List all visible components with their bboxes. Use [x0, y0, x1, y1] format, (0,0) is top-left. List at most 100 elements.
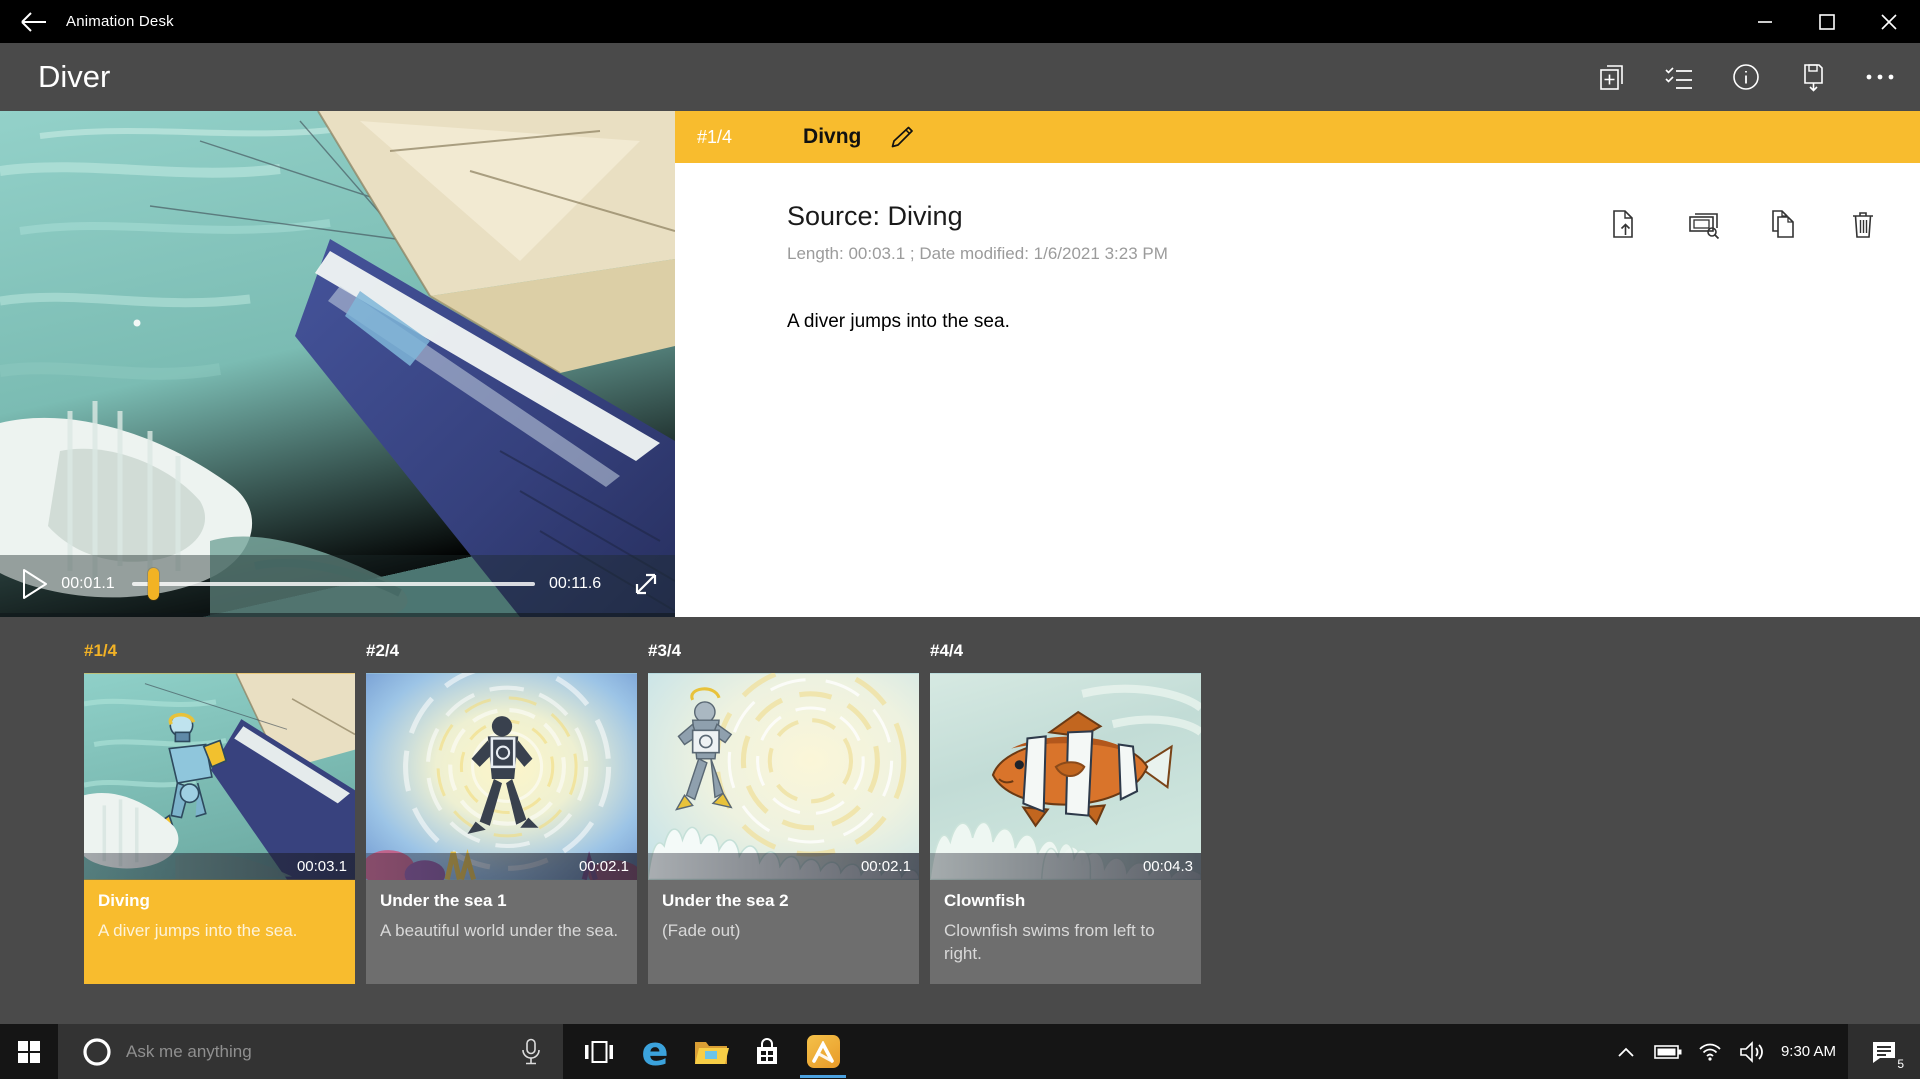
card-thumbnail: 00:02.1 [648, 673, 919, 880]
animation-desk-window: Animation Desk Diver [0, 0, 1920, 1079]
store-button[interactable] [739, 1024, 795, 1079]
card-duration: 00:02.1 [648, 853, 919, 880]
play-icon [22, 568, 48, 600]
scene-card-under-the-sea-2[interactable]: #3/4 [648, 641, 919, 1024]
scene-index-label: #1/4 [697, 127, 732, 148]
close-button[interactable] [1858, 0, 1920, 43]
more-icon [1864, 72, 1896, 82]
under-the-sea-2-thumbnail-art [648, 673, 919, 880]
maximize-icon [1818, 13, 1836, 31]
animation-desk-icon [807, 1035, 840, 1068]
edge-button[interactable]: e [627, 1024, 683, 1079]
cortana-search-box[interactable]: Ask me anything [58, 1024, 563, 1079]
card-thumbnail: 00:04.3 [930, 673, 1201, 880]
taskbar-clock[interactable]: 9:30 AM [1773, 1024, 1848, 1079]
scene-actions [1606, 207, 1880, 241]
card-title: Under the sea 1 [380, 891, 623, 911]
battery-button[interactable] [1647, 1024, 1689, 1079]
card-title: Diving [98, 891, 341, 911]
card-index-label: #3/4 [648, 641, 919, 665]
clownfish-thumbnail-art [930, 673, 1201, 880]
card-footer: Under the sea 2 (Fade out) [648, 880, 919, 984]
scene-preview[interactable]: 00:01.1 00:11.6 [0, 111, 675, 617]
scene-name: Divng [803, 125, 861, 149]
microphone-button[interactable] [511, 1032, 551, 1072]
animation-desk-taskbar-button[interactable] [795, 1024, 851, 1079]
more-button[interactable] [1858, 51, 1902, 103]
duplicate-icon [1767, 208, 1799, 240]
card-index-label: #1/4 [84, 641, 355, 665]
card-duration: 00:03.1 [84, 853, 355, 880]
action-center-button[interactable]: 5 [1848, 1024, 1920, 1079]
store-icon [752, 1037, 782, 1067]
add-scene-icon [1597, 62, 1627, 92]
scene-card-diving[interactable]: #1/4 [84, 641, 355, 1024]
card-title: Under the sea 2 [662, 891, 905, 911]
card-duration: 00:04.3 [930, 853, 1201, 880]
card-index-label: #2/4 [366, 641, 637, 665]
delete-scene-button[interactable] [1846, 207, 1880, 241]
start-icon [17, 1040, 41, 1064]
export-frames-button[interactable] [1606, 207, 1640, 241]
export-frames-icon [1608, 208, 1638, 240]
slider-track [132, 582, 535, 586]
add-scene-button[interactable] [1590, 51, 1634, 103]
edge-icon: e [641, 1032, 668, 1072]
scene-detail-panel: #1/4 Divng Source: Diving Length: 00:03.… [675, 111, 1920, 617]
minimize-button[interactable] [1734, 0, 1796, 43]
diving-thumbnail-art [84, 673, 355, 880]
chevron-up-icon [1617, 1046, 1635, 1058]
slider-thumb[interactable] [148, 568, 159, 600]
command-bar: Diver [0, 43, 1920, 111]
scene-meta: Length: 00:03.1 ; Date modified: 1/6/202… [787, 244, 1920, 264]
select-list-icon [1663, 62, 1695, 92]
preview-frames-button[interactable] [1686, 207, 1720, 241]
select-scenes-button[interactable] [1657, 51, 1701, 103]
file-explorer-icon [693, 1037, 729, 1067]
card-description: A beautiful world under the sea. [380, 919, 623, 942]
start-button[interactable] [0, 1024, 58, 1079]
scene-card-clownfish[interactable]: #4/4 [930, 641, 1201, 1024]
card-thumbnail: 00:02.1 [366, 673, 637, 880]
cortana-icon [82, 1037, 112, 1067]
volume-button[interactable] [1731, 1024, 1773, 1079]
play-button[interactable] [18, 566, 52, 602]
info-button[interactable] [1724, 51, 1768, 103]
scene-card-under-the-sea-1[interactable]: #2/4 [366, 641, 637, 1024]
back-button[interactable] [0, 0, 66, 43]
export-project-button[interactable] [1791, 51, 1835, 103]
fullscreen-button[interactable] [623, 561, 669, 607]
card-title: Clownfish [944, 891, 1187, 911]
card-footer: Clownfish Clownfish swims from left to r… [930, 880, 1201, 984]
export-icon [1798, 61, 1828, 93]
card-index-label: #4/4 [930, 641, 1201, 665]
fullscreen-icon [631, 569, 661, 599]
task-view-button[interactable] [571, 1024, 627, 1079]
scene-detail-header: #1/4 Divng [675, 111, 1920, 163]
wifi-button[interactable] [1689, 1024, 1731, 1079]
action-center-icon [1870, 1039, 1898, 1065]
duplicate-scene-button[interactable] [1766, 207, 1800, 241]
scene-preview-artwork [0, 111, 675, 617]
file-explorer-button[interactable] [683, 1024, 739, 1079]
search-placeholder: Ask me anything [126, 1042, 511, 1062]
close-icon [1880, 13, 1898, 31]
timeline-slider[interactable] [132, 568, 535, 600]
rename-scene-button[interactable] [885, 120, 919, 154]
project-title: Diver [38, 59, 110, 95]
task-view-icon [584, 1039, 614, 1065]
maximize-button[interactable] [1796, 0, 1858, 43]
card-duration: 00:02.1 [366, 853, 637, 880]
battery-icon [1654, 1044, 1682, 1060]
back-arrow-icon [16, 8, 50, 36]
scene-description: A diver jumps into the sea. [787, 311, 1920, 333]
total-time: 00:11.6 [549, 575, 623, 593]
tray-chevron-button[interactable] [1605, 1024, 1647, 1079]
current-time: 00:01.1 [52, 575, 124, 593]
minimize-icon [1757, 14, 1773, 30]
active-app-indicator [800, 1075, 846, 1078]
edit-pencil-icon [888, 123, 916, 151]
under-the-sea-1-thumbnail-art [366, 673, 637, 880]
notification-count-badge: 5 [1897, 1057, 1904, 1071]
volume-icon [1739, 1041, 1765, 1063]
